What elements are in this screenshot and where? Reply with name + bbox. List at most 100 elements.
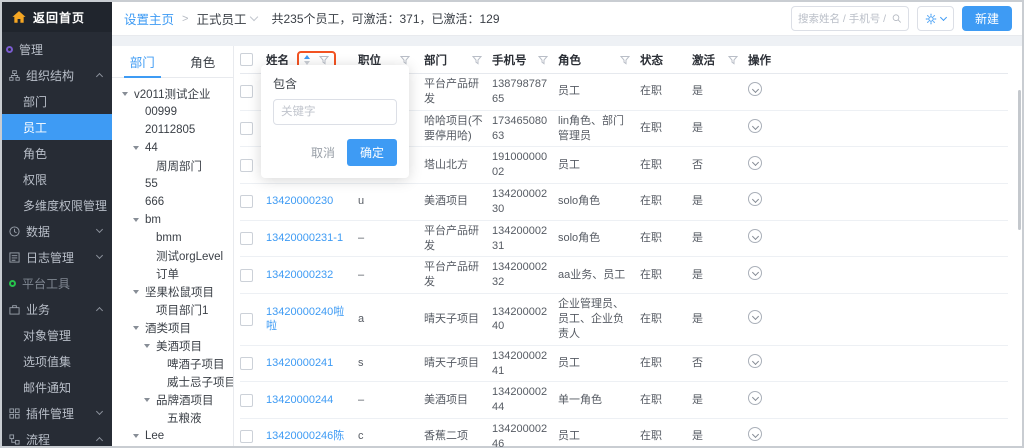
row-actions-dropdown-icon[interactable] xyxy=(748,229,762,243)
table-row: 13420000230 u 美酒项目 13420000230 solo角色 在职… xyxy=(240,184,1008,221)
tree-node[interactable]: 酒类项目 xyxy=(112,319,233,337)
breadcrumb-separator: > xyxy=(182,13,188,25)
create-button[interactable]: 新建 xyxy=(962,6,1012,31)
sidebar-group-org-structure[interactable]: 组织结构 xyxy=(2,62,112,88)
column-header-activated: 激活 xyxy=(692,52,748,68)
tree-node[interactable]: 测试orgLevel xyxy=(112,247,233,265)
employee-name-link[interactable]: 13420000231-1 xyxy=(266,231,358,246)
status-cell: 在职 xyxy=(640,312,692,327)
filter-icon[interactable] xyxy=(538,55,548,65)
row-actions-dropdown-icon[interactable] xyxy=(748,310,762,324)
employee-name-link[interactable]: 13420000232 xyxy=(266,268,358,283)
sidebar-group-business[interactable]: 业务 xyxy=(2,296,112,322)
tree-node-label: 00999 xyxy=(145,106,177,118)
employee-name-link[interactable]: 13420000240啦啦 xyxy=(266,305,358,335)
sidebar-group-data[interactable]: 数据 xyxy=(2,218,112,244)
roles-cell: lin角色、部门管理员 xyxy=(558,114,640,144)
employee-name-link[interactable]: 13420000246陈 xyxy=(266,429,358,444)
tree-node[interactable]: 20112805 xyxy=(112,121,233,139)
row-checkbox[interactable] xyxy=(240,357,253,370)
name-filter-popup: 包含 取消 确定 xyxy=(261,65,409,178)
tree-node[interactable]: 啤酒子项目 xyxy=(112,355,233,373)
row-checkbox[interactable] xyxy=(240,159,253,172)
sidebar-item-permission[interactable]: 权限 xyxy=(2,166,112,192)
back-home-label: 返回首页 xyxy=(33,9,85,26)
tree-node[interactable]: 坚果松鼠项目 xyxy=(112,283,233,301)
tree-node[interactable]: bm xyxy=(112,211,233,229)
row-checkbox[interactable] xyxy=(240,430,253,443)
row-checkbox[interactable] xyxy=(240,232,253,245)
row-actions-dropdown-icon[interactable] xyxy=(748,354,762,368)
employee-stats: 共235个员工，可激活：371，已激活：129 xyxy=(271,10,499,27)
sidebar-item-manage[interactable]: 管理 xyxy=(2,36,112,62)
sidebar-group-plugin-manage[interactable]: 插件管理 xyxy=(2,400,112,426)
tree-node[interactable]: 55 xyxy=(112,175,233,193)
tree-node[interactable]: 00999 xyxy=(112,103,233,121)
row-actions-dropdown-icon[interactable] xyxy=(748,119,762,133)
employee-name-link[interactable]: 13420000244 xyxy=(266,393,358,408)
phone-cell: 13420000240 xyxy=(492,305,558,335)
tab-department[interactable]: 部门 xyxy=(112,46,173,77)
activated-cell: 是 xyxy=(692,429,748,444)
filter-icon[interactable] xyxy=(319,55,329,65)
sidebar-item-department[interactable]: 部门 xyxy=(2,88,112,114)
tree-node[interactable]: 品牌酒项目 xyxy=(112,391,233,409)
filter-keyword-input[interactable] xyxy=(273,99,397,125)
breadcrumb-home-link[interactable]: 设置主页 xyxy=(124,9,174,28)
back-home-button[interactable]: 返回首页 xyxy=(2,2,112,32)
filter-confirm-button[interactable]: 确定 xyxy=(347,139,397,166)
employee-name-link[interactable]: 13420000230 xyxy=(266,194,358,209)
row-checkbox[interactable] xyxy=(240,195,253,208)
sidebar-item-employee[interactable]: 员工 xyxy=(2,114,112,140)
filter-icon[interactable] xyxy=(728,55,738,65)
sidebar-group-log-manage[interactable]: 日志管理 xyxy=(2,244,112,270)
row-checkbox[interactable] xyxy=(240,269,253,282)
tree-node[interactable]: 威士忌子项目 xyxy=(112,373,233,391)
main-area: 设置主页 > 正式员工 共235个员工，可激活：371，已激活：129 新建 xyxy=(112,2,1022,446)
tree-node[interactable]: 订单 xyxy=(112,265,233,283)
filter-icon[interactable] xyxy=(620,55,630,65)
filter-icon[interactable] xyxy=(472,55,482,65)
filter-cancel-button[interactable]: 取消 xyxy=(311,144,335,161)
sidebar-item-multidim-permission[interactable]: 多维度权限管理 xyxy=(2,192,112,218)
sidebar-item-option-sets[interactable]: 选项值集 xyxy=(2,348,112,374)
row-checkbox[interactable] xyxy=(240,313,253,326)
settings-dropdown-button[interactable] xyxy=(917,6,954,31)
tree-node[interactable]: v2011测试企业 xyxy=(112,85,233,103)
tree-node[interactable]: 周周部门 xyxy=(112,157,233,175)
roles-cell: 员工 xyxy=(558,158,640,173)
tree-node-label: bm xyxy=(145,214,161,226)
employee-name-link[interactable]: 13420000241 xyxy=(266,356,358,371)
select-all-checkbox[interactable] xyxy=(240,53,253,66)
row-actions-dropdown-icon[interactable] xyxy=(748,427,762,441)
row-checkbox[interactable] xyxy=(240,122,253,135)
row-checkbox[interactable] xyxy=(240,85,253,98)
tree-node[interactable]: bmm xyxy=(112,229,233,247)
sidebar-item-role[interactable]: 角色 xyxy=(2,140,112,166)
row-actions-dropdown-icon[interactable] xyxy=(748,192,762,206)
tree-node[interactable]: 项目部门1 xyxy=(112,301,233,319)
tree-node[interactable]: 666 xyxy=(112,193,233,211)
tree-node[interactable]: 美酒项目 xyxy=(112,337,233,355)
row-actions-dropdown-icon[interactable] xyxy=(748,266,762,280)
tree-node[interactable]: 五粮液 xyxy=(112,409,233,427)
sidebar-item-object-manage[interactable]: 对象管理 xyxy=(2,322,112,348)
tree-node[interactable]: 44 xyxy=(112,139,233,157)
tree-node[interactable]: Lee xyxy=(112,427,233,445)
sidebar-group-workflow[interactable]: 流程 xyxy=(2,426,112,446)
sidebar-item-platform-tools[interactable]: 平台工具 xyxy=(2,270,112,296)
search-input[interactable] xyxy=(798,13,888,25)
breadcrumb-current-dropdown[interactable]: 正式员工 xyxy=(196,9,257,28)
sidebar-item-email-notice[interactable]: 邮件通知 xyxy=(2,374,112,400)
chevron-down-icon xyxy=(96,252,103,259)
filter-icon[interactable] xyxy=(400,55,410,65)
row-checkbox[interactable] xyxy=(240,394,253,407)
tab-role[interactable]: 角色 xyxy=(173,46,234,77)
row-actions-dropdown-icon[interactable] xyxy=(748,391,762,405)
tree-caret-icon xyxy=(122,92,134,96)
sort-icon[interactable] xyxy=(304,55,310,65)
row-actions-dropdown-icon[interactable] xyxy=(748,156,762,170)
status-cell: 在职 xyxy=(640,231,692,246)
row-actions-dropdown-icon[interactable] xyxy=(748,82,762,96)
vertical-scrollbar[interactable] xyxy=(1018,90,1021,230)
